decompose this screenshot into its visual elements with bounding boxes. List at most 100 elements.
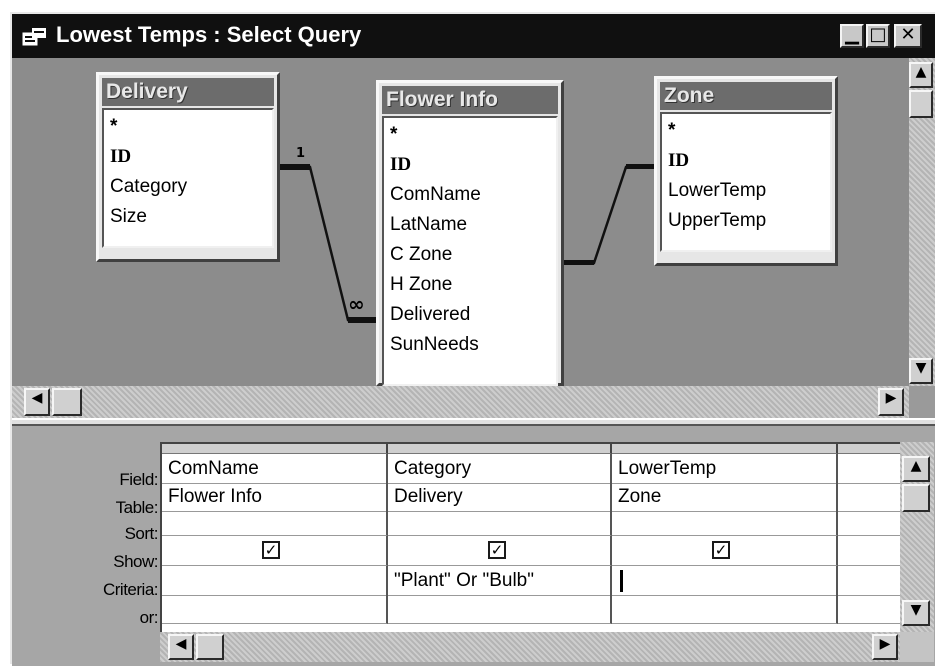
arrow-left-icon: ◀ [31, 390, 43, 406]
row-label-criteria: Criteria: [102, 580, 159, 599]
field-delivered[interactable]: Delivered [390, 300, 556, 330]
table-delivery-fields[interactable]: * ID Category Size [102, 108, 274, 248]
scroll-right-button[interactable]: ▶ [878, 388, 904, 416]
table-zone-title[interactable]: Zone [660, 82, 832, 110]
grid-cell-criteria[interactable]: "Plant" Or "Bulb" [388, 566, 612, 596]
table-pane[interactable]: 1 ∞ Delivery * ID Category Size Flower I… [12, 58, 909, 386]
table-delivery[interactable]: Delivery * ID Category Size [96, 72, 280, 262]
grid-cell-or[interactable] [162, 594, 388, 624]
arrow-down-icon: ▼ [910, 602, 922, 618]
scroll-up-button[interactable]: ▲ [909, 62, 933, 88]
size-grip[interactable] [900, 632, 934, 662]
upper-vertical-scrollbar[interactable]: ▲ ▼ [909, 58, 935, 386]
row-label-sort: Sort: [124, 524, 159, 543]
grid-cell-table[interactable]: Delivery [388, 482, 612, 512]
field-uppertemp[interactable]: UpperTemp [668, 206, 830, 236]
field-id[interactable]: ID [390, 150, 556, 180]
scroll-down-button[interactable]: ▼ [909, 358, 933, 384]
grid-cell-sort[interactable] [388, 510, 612, 536]
field-all[interactable]: * [110, 112, 272, 142]
table-delivery-title[interactable]: Delivery [102, 78, 274, 106]
scroll-left-button[interactable]: ◀ [168, 634, 194, 660]
grid-cell-table[interactable] [838, 482, 900, 512]
grid-cell-criteria[interactable] [838, 566, 900, 596]
field-sunneeds[interactable]: SunNeeds [390, 330, 556, 360]
grid-cell-sort[interactable] [162, 510, 388, 536]
maximize-icon: □ [869, 24, 887, 45]
one-side-label: 1 [296, 146, 306, 161]
field-h-zone[interactable]: H Zone [390, 270, 556, 300]
column-selector[interactable] [388, 444, 612, 454]
pane-splitter[interactable] [12, 418, 935, 426]
row-label-table: Table: [115, 498, 159, 517]
grid-cell-sort[interactable] [612, 510, 838, 536]
scroll-thumb[interactable] [909, 90, 933, 118]
grid-cell-show[interactable]: ✓ [388, 536, 612, 566]
grid-cell-field[interactable]: Category [388, 454, 612, 484]
grid-cell-field[interactable]: LowerTemp [612, 454, 838, 484]
show-checkbox[interactable]: ✓ [488, 541, 506, 559]
upper-horizontal-scrollbar[interactable]: ◀ ▶ [12, 386, 909, 418]
show-checkbox[interactable]: ✓ [262, 541, 280, 559]
row-label-field: Field: [119, 470, 158, 489]
scroll-left-button[interactable]: ◀ [24, 388, 50, 416]
grid-cell-table[interactable]: Flower Info [162, 482, 388, 512]
scroll-down-button[interactable]: ▼ [902, 600, 930, 626]
show-checkbox[interactable]: ✓ [712, 541, 730, 559]
title-bar[interactable]: Lowest Temps : Select Query ▁ □ ✕ [12, 14, 935, 58]
grid-cell-table[interactable]: Zone [612, 482, 838, 512]
maximize-button[interactable]: □ [866, 24, 890, 48]
grid-cell-field[interactable] [838, 454, 900, 484]
scroll-thumb[interactable] [52, 388, 82, 416]
field-all[interactable]: * [390, 120, 556, 150]
query-window: Lowest Temps : Select Query ▁ □ ✕ 1 ∞ De… [10, 12, 935, 666]
table-zone[interactable]: Zone * ID LowerTemp UpperTemp [654, 76, 838, 266]
minimize-button[interactable]: ▁ [840, 24, 864, 48]
field-comname[interactable]: ComName [390, 180, 556, 210]
close-button[interactable]: ✕ [894, 24, 922, 48]
field-latname[interactable]: LatName [390, 210, 556, 240]
grid-cell-or[interactable] [612, 594, 838, 624]
field-lowertemp[interactable]: LowerTemp [668, 176, 830, 206]
grid-cell-or[interactable] [838, 594, 900, 624]
row-label-show: Show: [113, 552, 158, 571]
grid-cell-criteria[interactable] [612, 566, 838, 596]
row-label-or: or: [139, 608, 159, 627]
grid-cell-show[interactable]: ✓ [612, 536, 838, 566]
query-icon [22, 28, 46, 46]
grid-cell-sort[interactable] [838, 510, 900, 536]
table-zone-fields[interactable]: * ID LowerTemp UpperTemp [660, 112, 832, 252]
checkmark-icon: ✓ [490, 541, 504, 559]
arrow-up-icon: ▲ [910, 458, 922, 474]
scroll-thumb[interactable] [196, 634, 224, 660]
field-category[interactable]: Category [110, 172, 272, 202]
arrow-up-icon: ▲ [915, 64, 927, 80]
field-c-zone[interactable]: C Zone [390, 240, 556, 270]
field-all[interactable]: * [668, 116, 830, 146]
grid-horizontal-scrollbar[interactable]: ◀ ▶ [160, 632, 900, 662]
field-id[interactable]: ID [110, 142, 272, 172]
column-selector[interactable] [838, 444, 900, 454]
query-design-grid[interactable]: ComName Flower Info ✓ Category Delivery … [160, 442, 900, 632]
scroll-thumb[interactable] [902, 484, 930, 512]
grid-cell-or[interactable] [388, 594, 612, 624]
scroll-up-button[interactable]: ▲ [902, 456, 930, 482]
grid-vertical-scrollbar[interactable]: ▲ ▼ [900, 442, 934, 636]
table-flower-info-fields[interactable]: * ID ComName LatName C Zone H Zone Deliv… [382, 116, 558, 386]
arrow-down-icon: ▼ [915, 360, 927, 376]
text-cursor [620, 570, 623, 592]
table-flower-info-title[interactable]: Flower Info [382, 86, 558, 114]
scroll-right-button[interactable]: ▶ [872, 634, 898, 660]
grid-cell-criteria[interactable] [162, 566, 388, 596]
many-side-label: ∞ [348, 292, 365, 316]
column-selector[interactable] [612, 444, 838, 454]
design-grid-pane: Field: Table: Sort: Show: Criteria: or: … [12, 426, 935, 666]
grid-cell-show[interactable] [838, 536, 900, 566]
arrow-left-icon: ◀ [175, 636, 187, 652]
field-size[interactable]: Size [110, 202, 272, 232]
field-id[interactable]: ID [668, 146, 830, 176]
table-flower-info[interactable]: Flower Info * ID ComName LatName C Zone … [376, 80, 564, 386]
column-selector[interactable] [162, 444, 388, 454]
grid-cell-field[interactable]: ComName [162, 454, 388, 484]
grid-cell-show[interactable]: ✓ [162, 536, 388, 566]
